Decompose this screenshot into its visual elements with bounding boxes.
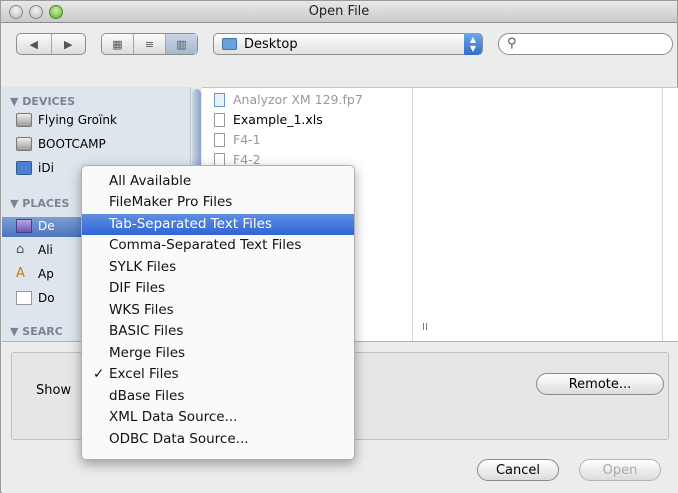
menu-item-odbc-data-source[interactable]: ODBC Data Source... (82, 429, 354, 450)
column-divider (412, 88, 413, 342)
file-item[interactable]: Example_1.xls (214, 112, 323, 127)
menu-item-xml-data-source[interactable]: XML Data Source... (82, 407, 354, 428)
toolbar: ◀ ▶ ▦ ≡ ▥ Desktop ▲ ▼ ⚲ (1, 24, 677, 64)
forward-arrow-icon: ▶ (64, 37, 73, 51)
menu-item-label: BASIC Files (109, 323, 184, 339)
sidebar-item-desktop[interactable]: De (16, 219, 55, 233)
sidebar-item-idisk[interactable]: iDi (16, 161, 54, 175)
folder-icon (222, 38, 237, 50)
file-name: F4-1 (233, 132, 261, 147)
search-icon: ⚲ (507, 36, 517, 51)
menu-item-label: DIF Files (109, 280, 166, 296)
applications-icon: A (16, 266, 25, 281)
sidebar-places-header: ▼ PLACES (10, 197, 70, 210)
menu-item-label: Tab-Separated Text Files (109, 216, 272, 232)
sidebar-item-flying-groink[interactable]: Flying Groïnk (16, 113, 117, 127)
window-title: Open File (308, 4, 370, 19)
open-button[interactable]: Open (579, 459, 661, 481)
cancel-button[interactable]: Cancel (477, 459, 559, 481)
menu-item-dbase[interactable]: dBase Files (82, 386, 354, 407)
sidebar-item-label: Ali (38, 243, 53, 257)
sidebar-item-bootcamp[interactable]: BOOTCAMP (16, 137, 106, 151)
document-file-icon (214, 112, 225, 127)
remote-button[interactable]: Remote... (536, 373, 664, 395)
column-divider (662, 88, 663, 342)
sidebar-item-label: Flying Groïnk (38, 113, 117, 127)
list-view-button[interactable]: ≡ (134, 34, 166, 54)
menu-item-basic[interactable]: BASIC Files (82, 321, 354, 342)
menu-item-label: SYLK Files (109, 259, 177, 275)
icon-view-button[interactable]: ▦ (102, 34, 134, 54)
file-item[interactable]: Analyzor XM 129.fp7 (214, 92, 363, 107)
file-item[interactable]: F4-1 (214, 132, 261, 147)
column-view-button[interactable]: ▥ (166, 34, 197, 54)
menu-item-merge[interactable]: Merge Files (82, 343, 354, 364)
icon-view-icon: ▦ (112, 37, 123, 51)
hard-drive-icon (16, 137, 32, 151)
menu-item-all-available[interactable]: All Available (82, 171, 354, 192)
sidebar-item-label: Ap (38, 267, 54, 281)
menu-item-label: FileMaker Pro Files (109, 194, 233, 210)
idisk-icon (16, 161, 32, 175)
menu-item-wks[interactable]: WKS Files (82, 300, 354, 321)
menu-item-filemaker-pro[interactable]: FileMaker Pro Files (82, 192, 354, 213)
open-file-dialog: Open File ◀ ▶ ▦ ≡ ▥ Desktop ▲ ▼ ⚲ ▼ DEVIC… (0, 0, 678, 493)
hard-drive-icon (16, 113, 32, 127)
column-view-icon: ▥ (176, 37, 187, 51)
menu-item-excel[interactable]: ✓ Excel Files (82, 364, 354, 385)
file-type-menu: All Available FileMaker Pro Files Tab-Se… (81, 165, 355, 460)
sidebar-item-documents[interactable]: Do (16, 291, 55, 305)
back-button[interactable]: ◀ (17, 34, 52, 54)
view-mode-control: ▦ ≡ ▥ (101, 33, 198, 55)
file-name: Analyzor XM 129.fp7 (233, 92, 363, 107)
list-view-icon: ≡ (144, 37, 155, 51)
menu-item-label: Comma-Separated Text Files (109, 237, 302, 253)
menu-item-tab-separated[interactable]: Tab-Separated Text Files (82, 214, 354, 235)
sidebar-search-header: ▼ SEARC (10, 325, 63, 338)
sidebar-item-label: iDi (38, 161, 54, 175)
sidebar-item-label: Do (38, 291, 55, 305)
menu-item-comma-separated[interactable]: Comma-Separated Text Files (82, 235, 354, 256)
menu-item-label: XML Data Source... (109, 409, 238, 425)
menu-item-label: Excel Files (109, 366, 179, 382)
back-forward-control: ◀ ▶ (16, 33, 86, 55)
popup-arrows-icon: ▲ ▼ (464, 33, 482, 55)
title-bar: Open File (1, 1, 677, 23)
location-popup[interactable]: Desktop ▲ ▼ (213, 33, 483, 55)
home-icon: ⌂ (16, 242, 25, 257)
menu-item-dif[interactable]: DIF Files (82, 278, 354, 299)
database-file-icon (214, 92, 225, 107)
sidebar-item-label: De (38, 219, 55, 233)
search-field[interactable]: ⚲ (498, 33, 673, 55)
sidebar-item-home[interactable]: ⌂ Ali (16, 242, 53, 258)
file-name: Example_1.xls (233, 112, 323, 127)
menu-item-label: ODBC Data Source... (109, 431, 249, 447)
sidebar-devices-header: ▼ DEVICES (10, 95, 76, 108)
sidebar-item-label: BOOTCAMP (38, 137, 106, 151)
back-arrow-icon: ◀ (29, 37, 38, 51)
checkmark-icon: ✓ (93, 366, 105, 382)
documents-icon (16, 291, 32, 305)
sidebar-item-applications[interactable]: A Ap (16, 266, 54, 282)
column-resize-handle[interactable]: II (422, 322, 428, 333)
menu-item-label: All Available (109, 173, 192, 189)
forward-button[interactable]: ▶ (52, 34, 86, 54)
location-label: Desktop (244, 37, 298, 52)
show-label: Show (36, 383, 72, 398)
menu-item-label: Merge Files (109, 345, 186, 361)
document-file-icon (214, 132, 225, 147)
menu-item-label: WKS Files (109, 302, 174, 318)
menu-item-label: dBase Files (109, 388, 185, 404)
desktop-icon (16, 219, 32, 233)
menu-item-sylk[interactable]: SYLK Files (82, 257, 354, 278)
